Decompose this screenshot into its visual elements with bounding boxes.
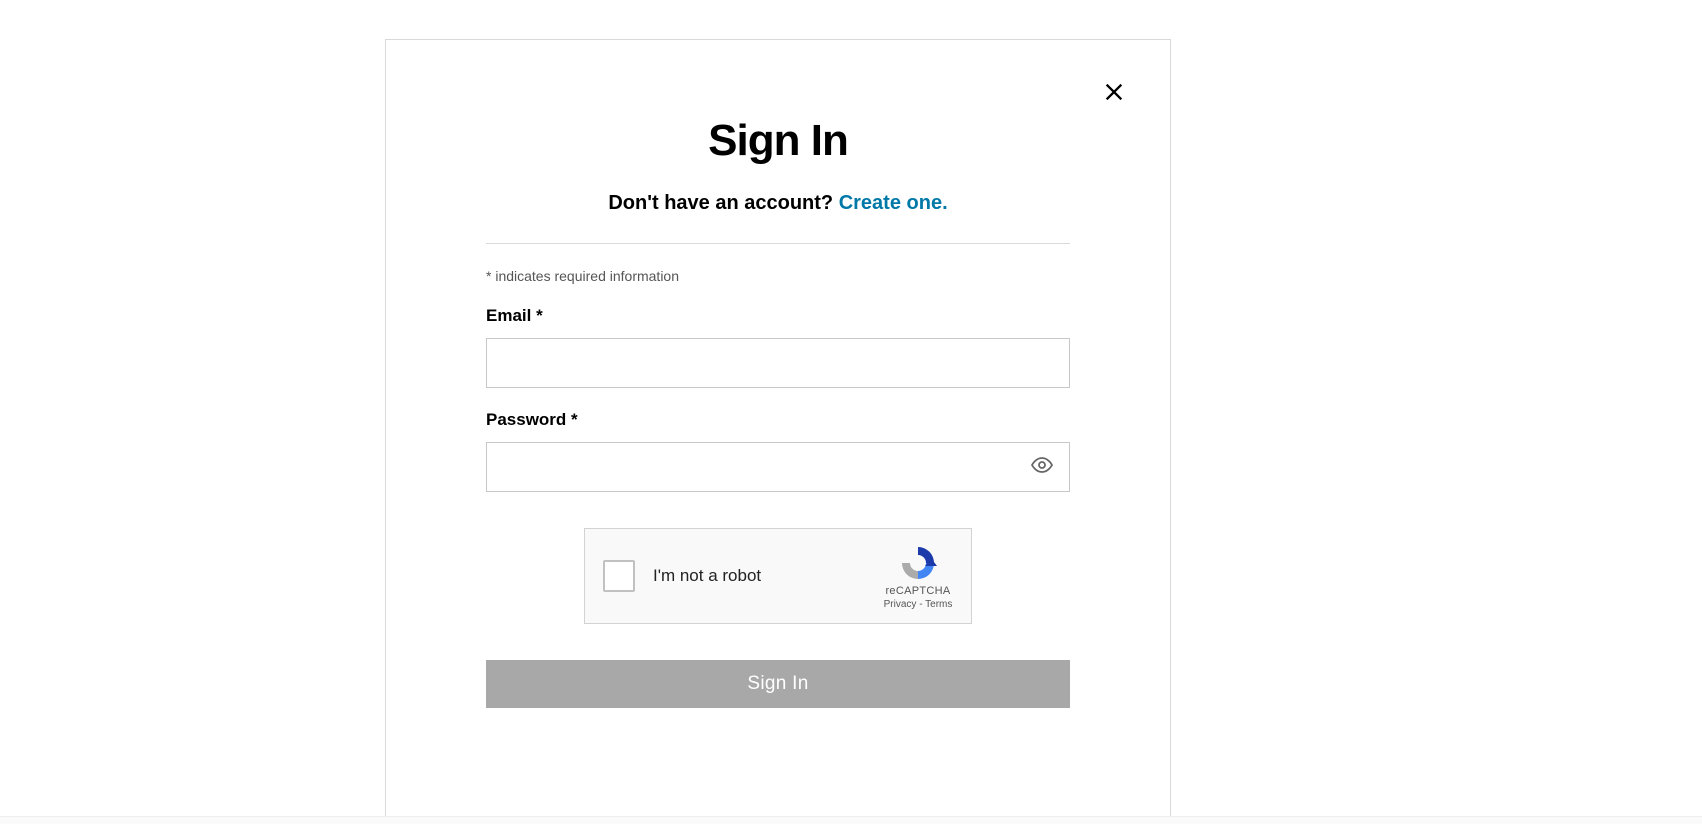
signin-button[interactable]: Sign In [486, 660, 1070, 708]
subtitle: Don't have an account? Create one. [486, 192, 1070, 215]
email-label: Email * [486, 306, 1070, 326]
recaptcha-widget: I'm not a robot reCAPTCHA Privacy - Term… [584, 528, 972, 624]
close-icon [1103, 81, 1125, 108]
close-button[interactable] [1100, 80, 1128, 108]
recaptcha-separator: - [916, 599, 925, 610]
recaptcha-logo-icon [877, 543, 959, 583]
recaptcha-brand-text: reCAPTCHA [877, 585, 959, 597]
subtitle-prefix: Don't have an account? [608, 192, 838, 214]
page-footer-edge [0, 816, 1702, 824]
recaptcha-checkbox[interactable] [603, 560, 635, 592]
modal-title: Sign In [486, 116, 1070, 166]
required-note: * indicates required information [486, 268, 1070, 284]
required-note-text: indicates required information [491, 268, 679, 284]
password-label: Password * [486, 410, 1070, 430]
password-input[interactable] [486, 442, 1070, 492]
recaptcha-links: Privacy - Terms [877, 599, 959, 610]
password-wrapper [486, 442, 1070, 492]
eye-icon [1030, 453, 1054, 482]
recaptcha-label: I'm not a robot [653, 566, 877, 586]
password-field-group: Password * [486, 410, 1070, 492]
toggle-password-visibility-button[interactable] [1028, 453, 1056, 481]
recaptcha-privacy-link[interactable]: Privacy [884, 599, 917, 610]
signin-modal: Sign In Don't have an account? Create on… [385, 39, 1171, 824]
email-field-group: Email * [486, 306, 1070, 388]
recaptcha-terms-link[interactable]: Terms [925, 599, 952, 610]
email-input[interactable] [486, 338, 1070, 388]
recaptcha-branding: reCAPTCHA Privacy - Terms [877, 543, 959, 610]
divider [486, 243, 1070, 244]
create-account-link[interactable]: Create one. [839, 192, 948, 214]
